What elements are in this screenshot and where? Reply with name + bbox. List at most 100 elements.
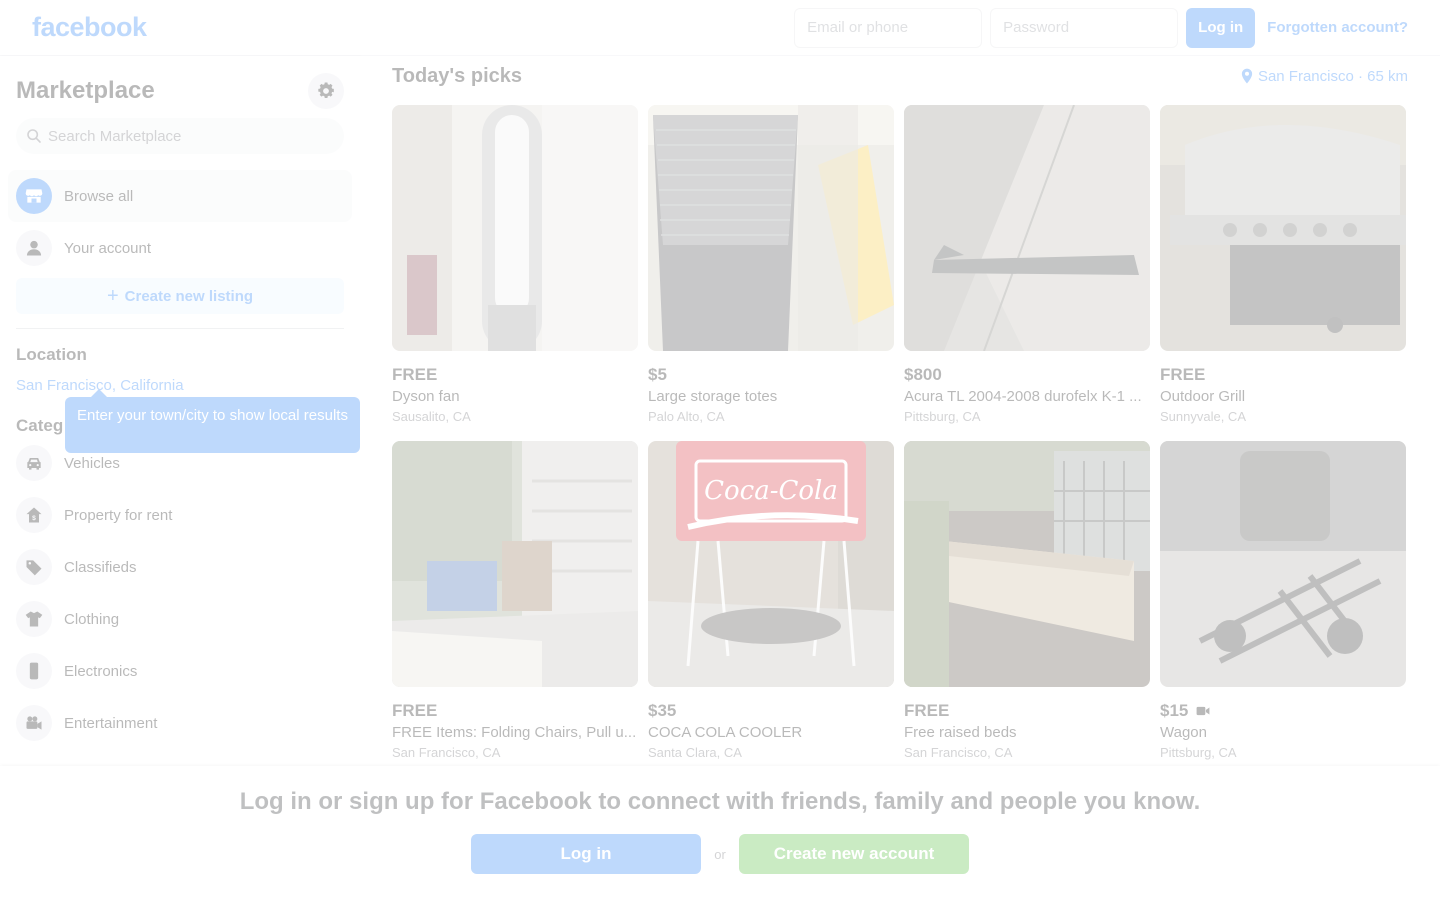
listing-location: San Francisco, CA [904, 745, 1013, 760]
listing-price: FREE [1160, 365, 1406, 385]
category-label: Classifieds [64, 558, 137, 576]
sidebar-header: Marketplace [8, 56, 352, 114]
create-listing-label: Create new listing [124, 287, 254, 305]
listing-price: FREE [392, 701, 638, 721]
price-text: FREE [392, 365, 438, 384]
listing-grid: FREE Dyson fan Sausalito, CA $5 Large st… [392, 105, 1408, 767]
listing-photo[interactable] [1160, 441, 1406, 687]
sidebar-item-browse-all[interactable]: Browse all [8, 170, 352, 222]
listing-photo[interactable] [648, 105, 894, 351]
login-banner-text: Log in or sign up for Facebook to connec… [239, 788, 1201, 815]
forgot-account-link[interactable]: Forgotten account? [1267, 19, 1408, 36]
search-icon [27, 129, 41, 143]
listing-card[interactable]: $15 Wagon Pittsburg, CA [1160, 441, 1406, 767]
house-icon: $ [16, 497, 52, 533]
svg-text:$: $ [32, 515, 36, 522]
login-banner-actions: Log in or Create new account [471, 834, 969, 874]
sidebar-item-label: Browse all [64, 187, 134, 205]
create-new-listing-button[interactable]: + Create new listing [16, 278, 344, 314]
listing-price: $15 [1160, 701, 1406, 721]
location-link[interactable]: San Francisco, California [8, 365, 352, 394]
section-title: Today's picks [392, 64, 522, 87]
video-icon [1196, 706, 1210, 716]
sidebar-item-your-account[interactable]: Your account [8, 222, 352, 274]
listing-photo[interactable] [392, 105, 638, 351]
listing-location: San Francisco, CA [392, 745, 501, 760]
listing-photo[interactable] [1160, 105, 1406, 351]
sidebar-item-label: Your account [64, 239, 152, 257]
login-form: Log in Forgotten account? [794, 7, 1408, 48]
price-text: FREE [1160, 365, 1206, 384]
picks-header: Today's picks San Francisco · 65 km [392, 64, 1408, 88]
listing-location: Palo Alto, CA [648, 409, 725, 424]
search-marketplace-input[interactable]: Search Marketplace [16, 118, 344, 154]
listing-card[interactable]: FREE Outdoor Grill Sunnyvale, CA [1160, 105, 1406, 431]
category-property-for-rent[interactable]: $ Property for rent [8, 489, 352, 541]
listing-card[interactable]: FREE Free raised beds San Francisco, CA [904, 441, 1150, 767]
listing-price: FREE [904, 701, 1150, 721]
create-account-button[interactable]: Create new account [739, 834, 969, 874]
login-button[interactable]: Log in [1186, 7, 1256, 48]
listing-photo[interactable]: Coca-Cola [648, 441, 894, 687]
top-bar: facebook Log in Forgotten account? [0, 0, 1440, 56]
facebook-logo[interactable]: facebook [32, 12, 147, 43]
email-field[interactable] [794, 7, 983, 48]
phone-icon [16, 653, 52, 689]
listing-title: Outdoor Grill [1160, 388, 1246, 405]
person-icon [16, 230, 52, 266]
category-entertainment[interactable]: Entertainment [8, 697, 352, 749]
listing-location: Pittsburg, CA [1160, 745, 1237, 760]
listing-title: Large storage totes [648, 388, 778, 405]
plus-icon: + [106, 285, 119, 307]
location-filter[interactable]: San Francisco · 65 km [1240, 68, 1408, 85]
listing-card[interactable]: $5 Large storage totes Palo Alto, CA [648, 105, 894, 431]
car-icon [16, 445, 52, 481]
camera-icon [16, 705, 52, 741]
category-electronics[interactable]: Electronics [8, 645, 352, 697]
listing-price: FREE [392, 365, 638, 385]
listing-title: Wagon [1160, 724, 1207, 741]
location-tooltip: Enter your town/city to show local resul… [65, 389, 360, 453]
listing-card[interactable]: FREE Dyson fan Sausalito, CA [392, 105, 638, 431]
password-field[interactable] [990, 7, 1179, 48]
category-label: Entertainment [64, 714, 158, 732]
listing-card[interactable]: $800 Acura TL 2004-2008 durofelx K-1 ...… [904, 105, 1150, 431]
price-text: $35 [648, 701, 677, 720]
tag-icon [16, 549, 52, 585]
listing-title: COCA COLA COOLER [648, 724, 803, 741]
location-title: Location [16, 345, 87, 364]
category-label: Property for rent [64, 506, 173, 524]
price-text: FREE [904, 701, 950, 720]
category-label: Clothing [64, 610, 120, 628]
location-filter-label: San Francisco · 65 km [1257, 67, 1408, 85]
listing-location: Sunnyvale, CA [1160, 409, 1246, 424]
price-text: $15 [1160, 701, 1189, 720]
category-clothing[interactable]: Clothing [8, 593, 352, 645]
category-label: Vehicles [64, 454, 120, 472]
shirt-icon [16, 601, 52, 637]
listing-title: FREE Items: Folding Chairs, Pull u... [392, 724, 637, 741]
gear-icon [318, 82, 334, 98]
banner-login-button[interactable]: Log in [471, 834, 701, 874]
listing-title: Free raised beds [904, 724, 1017, 741]
listing-location: Pittsburg, CA [904, 409, 981, 424]
listing-location: Sausalito, CA [392, 409, 471, 424]
category-classifieds[interactable]: Classifieds [8, 541, 352, 593]
listing-photo[interactable] [392, 441, 638, 687]
category-list: Vehicles $ Property for rent Classifieds… [8, 437, 352, 749]
search-placeholder: Search Marketplace [48, 127, 182, 145]
categories-title: Categ [16, 416, 64, 435]
settings-button[interactable] [308, 73, 344, 109]
listing-card[interactable]: Coca-Cola $35 COCA COLA COOLER Santa Cla… [648, 441, 894, 767]
page-title: Marketplace [16, 77, 155, 104]
price-text: $5 [648, 365, 667, 384]
or-separator: or [714, 846, 726, 862]
listing-photo[interactable] [904, 441, 1150, 687]
price-text: FREE [392, 701, 438, 720]
category-label: Electronics [64, 662, 138, 680]
cooler-brand-text: Coca-Cola [704, 476, 838, 506]
listing-title: Acura TL 2004-2008 durofelx K-1 ... [904, 388, 1142, 405]
listing-card[interactable]: FREE FREE Items: Folding Chairs, Pull u.… [392, 441, 638, 767]
listing-title: Dyson fan [392, 388, 460, 405]
listing-photo[interactable] [904, 105, 1150, 351]
